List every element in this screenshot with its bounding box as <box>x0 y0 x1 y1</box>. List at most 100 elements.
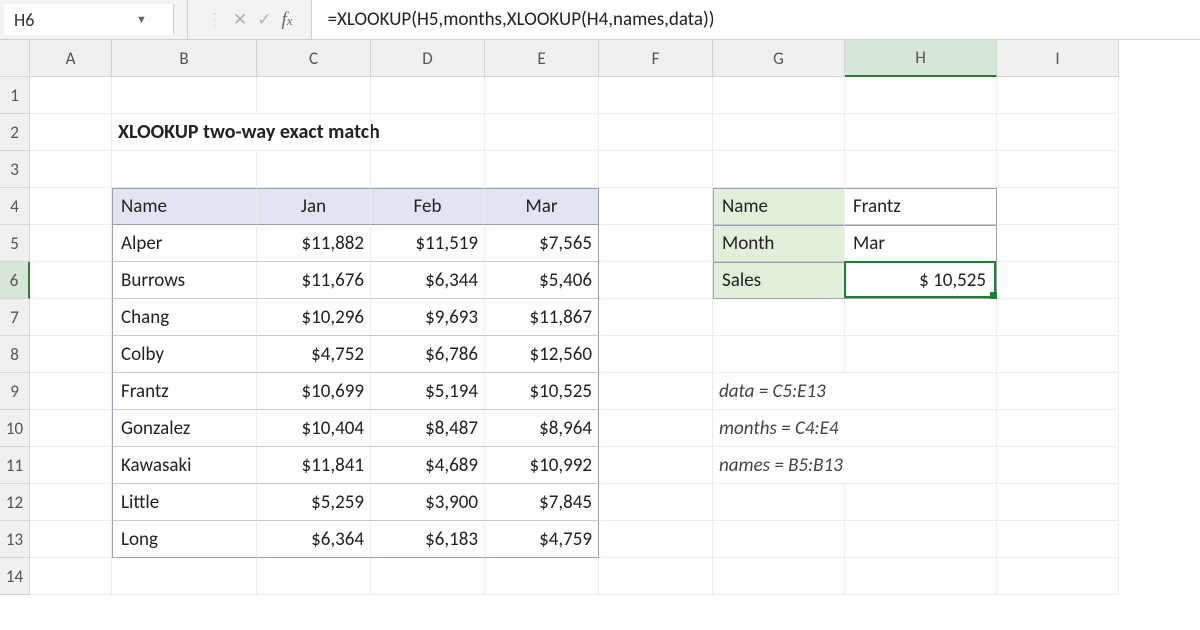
cell-B1[interactable] <box>112 77 257 114</box>
cell-I1[interactable] <box>997 77 1119 114</box>
table-header-name[interactable]: Name <box>112 188 257 225</box>
cell-H8[interactable] <box>845 336 997 373</box>
row-header-10[interactable]: 10 <box>0 410 30 447</box>
cell-F13[interactable] <box>599 521 713 558</box>
select-all-corner[interactable] <box>0 40 30 77</box>
enter-icon[interactable]: ✓ <box>257 9 271 30</box>
cell-F1[interactable] <box>599 77 713 114</box>
row-header-6[interactable]: 6 <box>0 262 30 299</box>
cell-A5[interactable] <box>30 225 112 262</box>
cell-F12[interactable] <box>599 484 713 521</box>
cell-H10[interactable] <box>845 410 997 447</box>
cell-F10[interactable] <box>599 410 713 447</box>
cell-E2[interactable] <box>485 114 599 151</box>
cell-H2[interactable] <box>845 114 997 151</box>
table-row-val[interactable]: $9,693 <box>371 299 485 336</box>
col-header-I[interactable]: I <box>997 40 1119 77</box>
table-row-val[interactable]: $11,882 <box>257 225 371 262</box>
cell-I14[interactable] <box>997 558 1119 595</box>
cell-H7[interactable] <box>845 299 997 336</box>
cell-C3[interactable] <box>257 151 371 188</box>
table-row-val[interactable]: $11,867 <box>485 299 599 336</box>
cell-I3[interactable] <box>997 151 1119 188</box>
row-header-8[interactable]: 8 <box>0 336 30 373</box>
table-row-val[interactable]: $6,183 <box>371 521 485 558</box>
cell-I2[interactable] <box>997 114 1119 151</box>
cell-I13[interactable] <box>997 521 1119 558</box>
cell-H13[interactable] <box>845 521 997 558</box>
col-header-G[interactable]: G <box>713 40 845 77</box>
cell-F4[interactable] <box>599 188 713 225</box>
panel-sales-value[interactable]: $ 10,525 <box>845 262 997 299</box>
row-header-4[interactable]: 4 <box>0 188 30 225</box>
col-header-B[interactable]: B <box>112 40 257 77</box>
table-row-name[interactable]: Little <box>112 484 257 521</box>
table-row-val[interactable]: $6,344 <box>371 262 485 299</box>
cell-A13[interactable] <box>30 521 112 558</box>
row-header-14[interactable]: 14 <box>0 558 30 595</box>
table-row-val[interactable]: $5,406 <box>485 262 599 299</box>
cell-H11[interactable] <box>845 447 997 484</box>
table-row-val[interactable]: $12,560 <box>485 336 599 373</box>
table-row-val[interactable]: $3,900 <box>371 484 485 521</box>
cell-F5[interactable] <box>599 225 713 262</box>
table-row-name[interactable]: Colby <box>112 336 257 373</box>
panel-sales-label[interactable]: Sales <box>713 262 845 299</box>
cell-E14[interactable] <box>485 558 599 595</box>
cell-I10[interactable] <box>997 410 1119 447</box>
cancel-icon[interactable]: ✕ <box>233 9 247 30</box>
table-row-val[interactable]: $10,404 <box>257 410 371 447</box>
cell-A12[interactable] <box>30 484 112 521</box>
cell-G2[interactable] <box>713 114 845 151</box>
table-row-name[interactable]: Alper <box>112 225 257 262</box>
table-row-name[interactable]: Burrows <box>112 262 257 299</box>
table-row-val[interactable]: $4,689 <box>371 447 485 484</box>
cell-F11[interactable] <box>599 447 713 484</box>
row-header-11[interactable]: 11 <box>0 447 30 484</box>
cell-A1[interactable] <box>30 77 112 114</box>
table-row-name[interactable]: Kawasaki <box>112 447 257 484</box>
cell-H1[interactable] <box>845 77 997 114</box>
cell-I7[interactable] <box>997 299 1119 336</box>
table-row-name[interactable]: Long <box>112 521 257 558</box>
table-row-val[interactable]: $6,786 <box>371 336 485 373</box>
spreadsheet-grid[interactable]: ABCDEFGHI12XLOOKUP two-way exact match34… <box>0 40 1200 595</box>
cell-F9[interactable] <box>599 373 713 410</box>
cell-F3[interactable] <box>599 151 713 188</box>
table-header-feb[interactable]: Feb <box>371 188 485 225</box>
col-header-F[interactable]: F <box>599 40 713 77</box>
cell-C1[interactable] <box>257 77 371 114</box>
cell-G1[interactable] <box>713 77 845 114</box>
table-row-val[interactable]: $10,699 <box>257 373 371 410</box>
cell-D14[interactable] <box>371 558 485 595</box>
col-header-H[interactable]: H <box>845 40 997 77</box>
row-header-3[interactable]: 3 <box>0 151 30 188</box>
panel-name-value[interactable]: Frantz <box>845 188 997 225</box>
col-header-E[interactable]: E <box>485 40 599 77</box>
table-row-val[interactable]: $4,759 <box>485 521 599 558</box>
cell-A11[interactable] <box>30 447 112 484</box>
table-row-val[interactable]: $8,487 <box>371 410 485 447</box>
fx-icon[interactable]: fx <box>282 9 293 31</box>
panel-month-value[interactable]: Mar <box>845 225 997 262</box>
cell-A6[interactable] <box>30 262 112 299</box>
cell-H3[interactable] <box>845 151 997 188</box>
cell-D1[interactable] <box>371 77 485 114</box>
row-header-5[interactable]: 5 <box>0 225 30 262</box>
cell-H14[interactable] <box>845 558 997 595</box>
row-header-9[interactable]: 9 <box>0 373 30 410</box>
table-row-val[interactable]: $7,565 <box>485 225 599 262</box>
cell-I4[interactable] <box>997 188 1119 225</box>
cell-A2[interactable] <box>30 114 112 151</box>
table-row-name[interactable]: Gonzalez <box>112 410 257 447</box>
table-row-val[interactable]: $5,194 <box>371 373 485 410</box>
row-header-2[interactable]: 2 <box>0 114 30 151</box>
cell-G7[interactable] <box>713 299 845 336</box>
cell-A4[interactable] <box>30 188 112 225</box>
table-row-val[interactable]: $10,296 <box>257 299 371 336</box>
table-row-val[interactable]: $11,841 <box>257 447 371 484</box>
cell-G12[interactable] <box>713 484 845 521</box>
table-row-val[interactable]: $11,519 <box>371 225 485 262</box>
row-header-7[interactable]: 7 <box>0 299 30 336</box>
cell-C2[interactable] <box>257 114 371 151</box>
